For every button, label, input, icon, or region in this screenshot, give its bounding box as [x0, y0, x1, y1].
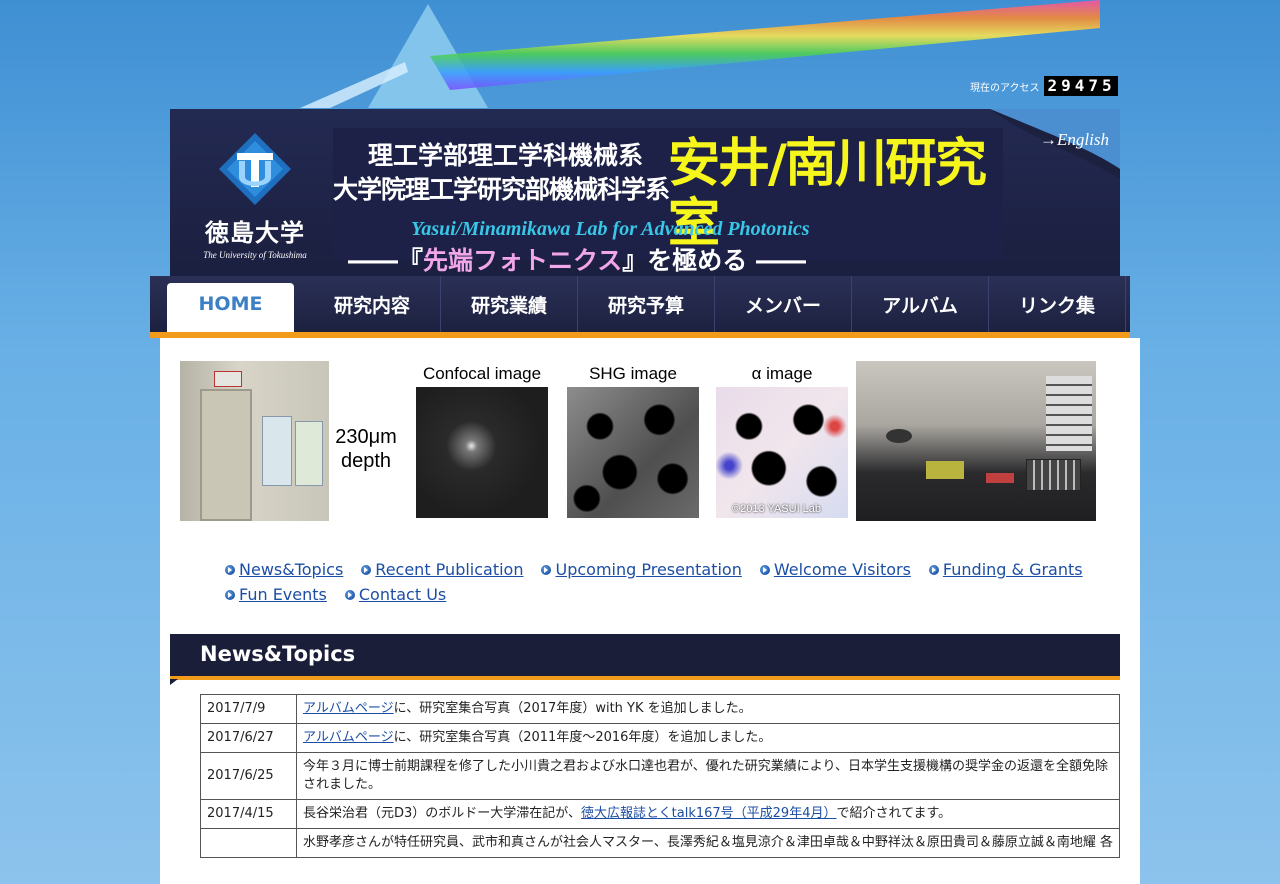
nav-budget[interactable]: 研究予算: [578, 276, 715, 332]
news-table: 2017/7/9 アルバムページに、研究室集合写真（2017年度）with YK…: [200, 694, 1120, 858]
nav-home[interactable]: HOME: [167, 283, 294, 332]
main-nav: HOME 研究内容 研究業績 研究予算 メンバー アルバム リンク集: [150, 276, 1130, 338]
shg-caption: SHG image: [589, 364, 677, 383]
english-link[interactable]: →English: [1040, 130, 1109, 150]
link-welcome-visitors[interactable]: Welcome Visitors: [759, 560, 911, 579]
nav-album[interactable]: アルバム: [852, 276, 989, 332]
nav-research[interactable]: 研究内容: [304, 276, 441, 332]
alpha-caption: α image: [751, 364, 813, 383]
alpha-image: ©2013 YASUI Lab: [716, 387, 848, 518]
toku-talk-link[interactable]: 徳大広報誌とくtalk167号（平成29年4月）: [581, 806, 836, 821]
news-body: 長谷栄治君（元D3）のボルドー大学滞在記が、徳大広報誌とくtalk167号（平成…: [296, 799, 1120, 829]
university-name-jp: 徳島大学: [205, 218, 305, 247]
shg-image: [567, 387, 699, 518]
university-name-en: The University of Tokushima: [203, 250, 307, 260]
site-header: 徳島大学 The University of Tokushima 理工学部理工学…: [170, 109, 1120, 276]
access-counter-value: 29475: [1043, 76, 1118, 96]
banner-faculty: 理工学部理工学科機械系: [368, 141, 644, 170]
bullet-icon: [928, 564, 939, 575]
nav-links[interactable]: リンク集: [989, 276, 1126, 332]
link-recent-publication[interactable]: Recent Publication: [361, 560, 523, 579]
confocal-image: [416, 387, 548, 518]
link-contact-us[interactable]: Contact Us: [344, 585, 446, 604]
depth-value: 230μm: [335, 426, 397, 448]
table-row: 水野孝彦さんが特任研究員、武市和真さんが社会人マスター、長澤秀紀＆塩見涼介＆津田…: [200, 828, 1120, 858]
link-funding-grants[interactable]: Funding & Grants: [928, 560, 1083, 579]
banner-tagline: ――『先端フォトニクス』を極める ――: [348, 241, 806, 277]
news-body: アルバムページに、研究室集合写真（2011年度〜2016年度）を追加しました。: [296, 723, 1120, 753]
news-body: アルバムページに、研究室集合写真（2017年度）with YK を追加しました。: [296, 694, 1120, 724]
link-upcoming-presentation[interactable]: Upcoming Presentation: [541, 560, 742, 579]
nav-members[interactable]: メンバー: [715, 276, 852, 332]
news-date: 2017/6/25: [200, 752, 297, 800]
section-corner-decoration: [170, 679, 178, 685]
university-logo[interactable]: 徳島大学 The University of Tokushima: [190, 131, 320, 260]
quick-links: News&Topics Recent Publication Upcoming …: [225, 560, 1105, 610]
lab-door-photo: [180, 361, 329, 521]
news-section-header: News&Topics: [170, 634, 1120, 680]
news-body: 今年３月に博士前期課程を修了した小川貴之君および水口達也君が、優れた研究業績によ…: [296, 752, 1120, 800]
alpha-image-block: α image ©2013 YASUI Lab: [715, 361, 849, 521]
bullet-icon: [541, 564, 552, 575]
news-date: 2017/7/9: [200, 694, 297, 724]
bullet-icon: [225, 589, 235, 600]
bullet-icon: [361, 564, 372, 575]
lab-banner: 理工学部理工学科機械系 大学院理工学研究部機械科学系 安井/南川研究室 Yasu…: [333, 128, 1003, 275]
news-section-title: News&Topics: [200, 642, 356, 666]
link-news-topics[interactable]: News&Topics: [225, 560, 343, 579]
table-row: 2017/6/25 今年３月に博士前期課程を修了した小川貴之君および水口達也君が…: [200, 752, 1120, 800]
table-row: 2017/4/15 長谷栄治君（元D3）のボルドー大学滞在記が、徳大広報誌とくt…: [200, 799, 1120, 829]
nav-achievements[interactable]: 研究業績: [441, 276, 578, 332]
access-counter: 現在のアクセス 29475: [970, 76, 1118, 96]
banner-lab-name-en: Yasui/Minamikawa Lab for Advanced Photon…: [411, 218, 810, 240]
depth-word: depth: [340, 450, 392, 472]
table-row: 2017/7/9 アルバムページに、研究室集合写真（2017年度）with YK…: [200, 694, 1120, 724]
bullet-icon: [225, 564, 235, 575]
confocal-image-block: Confocal image: [415, 361, 549, 521]
banner-graduate-school: 大学院理工学研究部機械科学系: [333, 175, 670, 204]
table-row: 2017/6/27 アルバムページに、研究室集合写真（2011年度〜2016年度…: [200, 723, 1120, 753]
image-strip: 230μm depth Confocal image SHG image α i…: [180, 361, 1096, 521]
news-date: 2017/4/15: [200, 799, 297, 829]
shg-image-block: SHG image: [566, 361, 700, 521]
prism-rainbow-decoration: [300, 0, 1100, 108]
news-date: [200, 828, 297, 858]
image-copyright: ©2013 YASUI Lab: [732, 503, 822, 515]
news-body: 水野孝彦さんが特任研究員、武市和真さんが社会人マスター、長澤秀紀＆塩見涼介＆津田…: [296, 828, 1120, 858]
tokushima-logo-icon: [219, 133, 291, 205]
news-date: 2017/6/27: [200, 723, 297, 753]
depth-label: 230μm depth: [330, 425, 402, 473]
lab-bench-photo: [856, 361, 1096, 521]
bullet-icon: [344, 589, 355, 600]
link-fun-events[interactable]: Fun Events: [225, 585, 327, 604]
access-counter-label: 現在のアクセス: [970, 82, 1040, 94]
tagline-suffix: 』を極める ――: [622, 246, 806, 275]
confocal-caption: Confocal image: [422, 364, 542, 383]
bullet-icon: [759, 564, 770, 575]
tagline-highlight: 先端フォトニクス: [423, 246, 623, 275]
album-page-link[interactable]: アルバムページ: [303, 730, 394, 745]
tagline-prefix: ――『: [348, 246, 424, 275]
album-page-link[interactable]: アルバムページ: [303, 701, 394, 716]
